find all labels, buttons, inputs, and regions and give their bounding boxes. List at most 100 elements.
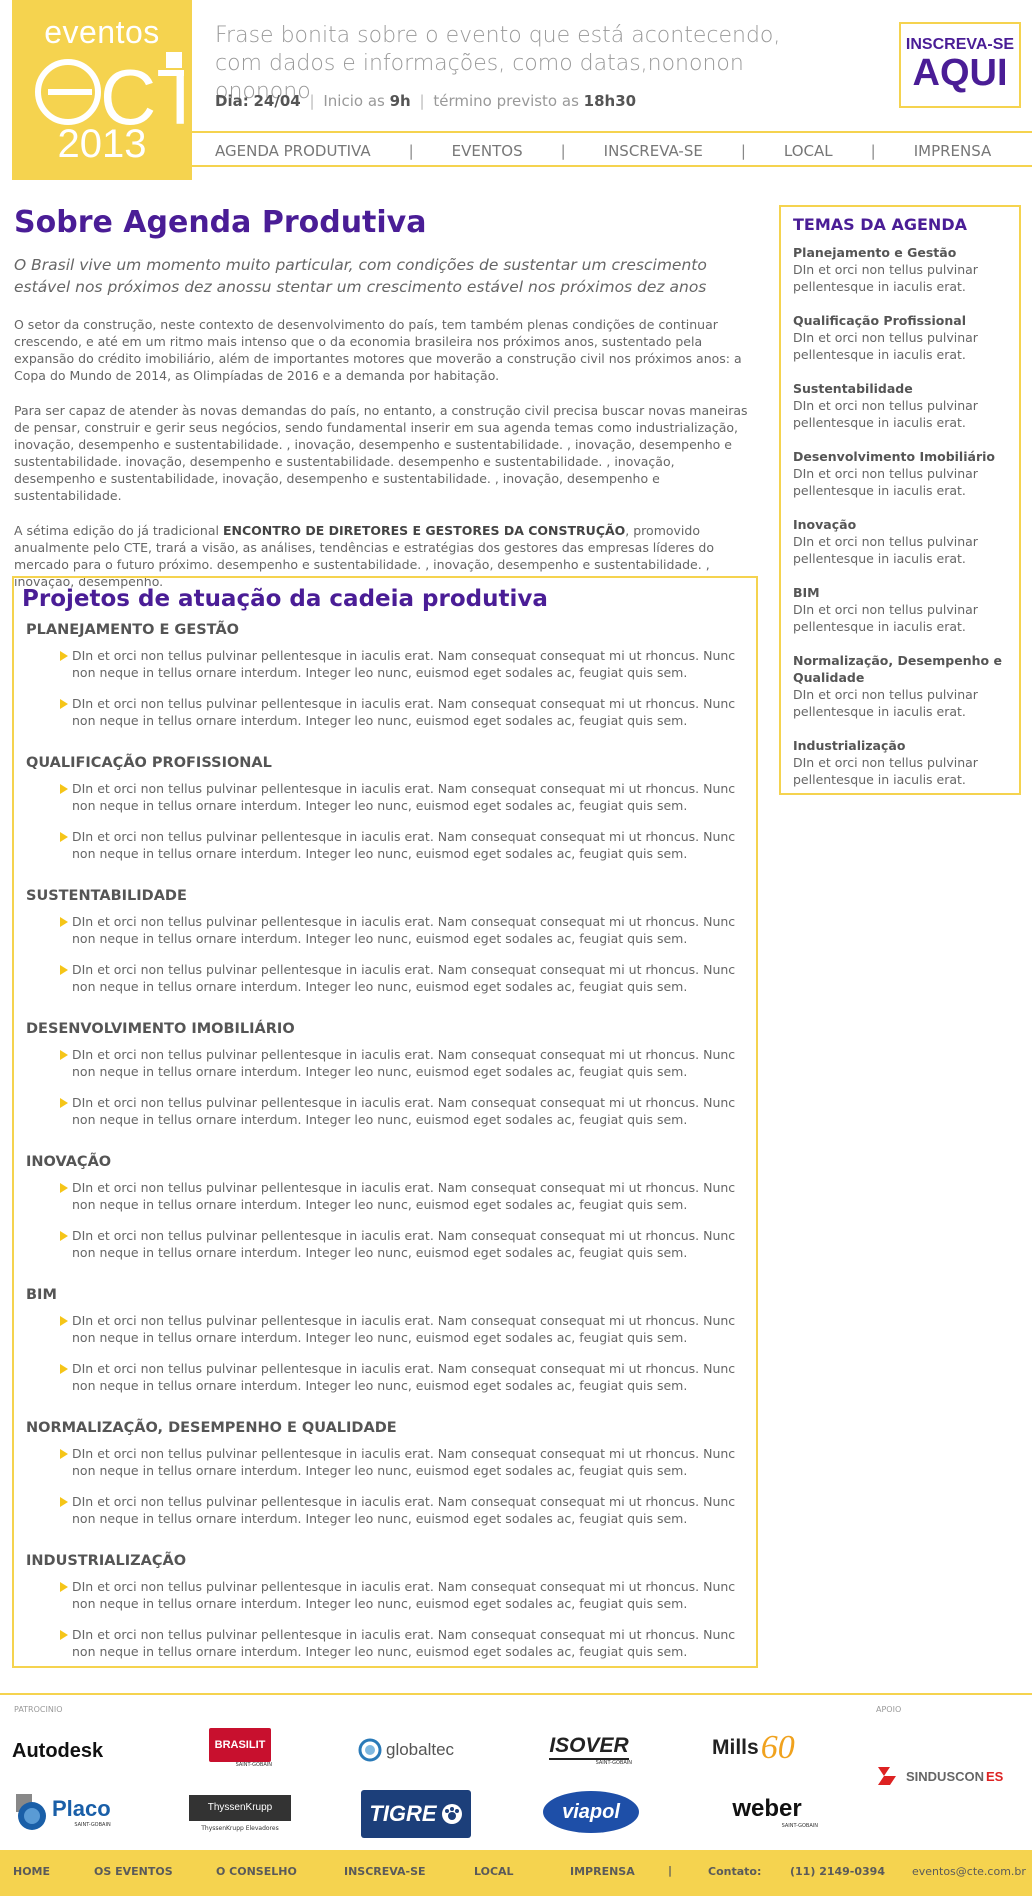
project-section-title: PLANEJAMENTO E GESTÃO [26, 622, 239, 638]
project-section-title: DESENVOLVIMENTO IMOBILIÁRIO [26, 1021, 295, 1037]
project-section: NORMALIZAÇÃO, DESEMPENHO E QUALIDADE DIn … [22, 1420, 746, 1527]
project-bullet: DIn et orci non tellus pulvinar pellente… [60, 1094, 740, 1128]
sidebar-item-text: DIn et orci non tellus pulvinar pellente… [793, 466, 978, 498]
start-value: 9h [389, 92, 411, 110]
end-value: 18h30 [583, 92, 637, 110]
isover-logo[interactable]: ISOVER SAINT-GOBAIN [546, 1732, 632, 1768]
globaltec-globe-icon [358, 1738, 382, 1762]
project-bullet: DIn et orci non tellus pulvinar pellente… [60, 1493, 740, 1527]
nav-separator: | [740, 142, 746, 160]
placo-logo[interactable]: Placo SAINT-GOBAIN [12, 1790, 122, 1834]
project-bullet: DIn et orci non tellus pulvinar pellente… [60, 1312, 740, 1346]
event-logo[interactable]: eventos CTE 2013 [12, 0, 192, 180]
project-section-title: BIM [26, 1287, 57, 1303]
project-bullet: DIn et orci non tellus pulvinar pellente… [60, 1227, 740, 1261]
footer-link-os-eventos[interactable]: OS EVENTOS [94, 1865, 173, 1878]
footer-email-link[interactable]: eventos@cte.com.br [912, 1865, 1026, 1878]
nav-local[interactable]: LOCAL [784, 142, 833, 160]
sidebar-title: TEMAS DA AGENDA [793, 215, 967, 234]
sidebar-item-text: DIn et orci non tellus pulvinar pellente… [793, 262, 978, 294]
isover-logo-sub: SAINT-GOBAIN [595, 1760, 632, 1766]
footer-link-inscreva-se[interactable]: INSCREVA-SE [344, 1865, 426, 1878]
cta-big-text: AQUI [912, 52, 1008, 94]
date-value: 24/04 [253, 92, 301, 110]
project-bullet: DIn et orci non tellus pulvinar pellente… [60, 1445, 740, 1479]
project-section-title: INDUSTRIALIZAÇÃO [26, 1553, 187, 1569]
mills-logo-number: 60 [760, 1729, 795, 1766]
footer-bar: HOME OS EVENTOS O CONSELHO INSCREVA-SE L… [0, 1850, 1032, 1896]
project-bullet: DIn et orci non tellus pulvinar pellente… [60, 647, 740, 681]
project-section: DESENVOLVIMENTO IMOBILIÁRIO DIn et orci n… [22, 1021, 746, 1128]
date-label: Dia: [215, 92, 249, 110]
project-bullet: DIn et orci non tellus pulvinar pellente… [60, 1578, 740, 1612]
brasilit-logo[interactable]: BRASILIT SAINT-GOBAIN [208, 1724, 272, 1772]
mills-logo[interactable]: Mills 60 [712, 1728, 816, 1768]
thyssenkrupp-logo-sub: ThyssenKrupp Elevadores [201, 1824, 279, 1832]
support-label: APOIO [876, 1705, 902, 1714]
main-content: Sobre Agenda Produtiva O Brasil vive um … [14, 205, 754, 590]
sidebar-item-text: DIn et orci non tellus pulvinar pellente… [793, 534, 978, 566]
sidebar-item-title[interactable]: Industrialização [793, 737, 1009, 754]
nav-separator: | [408, 142, 414, 160]
globaltec-logo[interactable]: globaltec [358, 1736, 470, 1764]
project-section-title: INOVAÇÃO [26, 1154, 112, 1170]
dateline-separator: | [309, 92, 315, 110]
nav-inscreva-se[interactable]: INSCREVA-SE [604, 142, 703, 160]
project-bullet: DIn et orci non tellus pulvinar pellente… [60, 780, 740, 814]
top-nav: AGENDA PRODUTIVA | EVENTOS | INSCREVA-SE… [215, 139, 991, 163]
sidebar-item-title[interactable]: Inovação [793, 516, 1009, 533]
sidebar-item: Desenvolvimento Imobiliário DIn et orci n… [793, 448, 1009, 499]
register-cta-button[interactable]: INSCREVA-SE AQUI [899, 22, 1021, 108]
project-section-title: SUSTENTABILIDADE [26, 888, 187, 904]
project-section-title: NORMALIZAÇÃO, DESEMPENHO E QUALIDADE [26, 1420, 397, 1436]
sinduscon-logo-es: ES [986, 1768, 1004, 1784]
project-bullet: DIn et orci non tellus pulvinar pellente… [60, 1626, 740, 1660]
sidebar-item-title[interactable]: Normalização, Desempenho e Qualidade [793, 652, 1009, 686]
sponsors-divider [0, 1693, 1032, 1695]
cte-logo-icon: CTE [35, 52, 184, 130]
project-bullet: DIn et orci non tellus pulvinar pellente… [60, 913, 740, 947]
nav-eventos[interactable]: EVENTOS [452, 142, 523, 160]
sidebar-item-title[interactable]: Desenvolvimento Imobiliário [793, 448, 1009, 465]
para-highlight: ENCONTRO DE DIRETORES E GESTORES DA CONS… [222, 523, 626, 538]
sidebar-item-title[interactable]: Qualificação Profissional [793, 312, 1009, 329]
footer-link-imprensa[interactable]: IMPRENSA [570, 1865, 635, 1878]
tigre-logo[interactable]: TIGRE [361, 1790, 471, 1838]
sidebar-item-text: DIn et orci non tellus pulvinar pellente… [793, 330, 978, 362]
para-text: A sétima edição do já tradicional [14, 523, 223, 538]
placo-globe-icon [16, 1794, 46, 1830]
sidebar-item: Normalização, Desempenho e Qualidade DIn … [793, 652, 1009, 720]
brasilit-logo-text: BRASILIT [209, 1728, 271, 1762]
isover-logo-text: ISOVER [549, 1734, 629, 1760]
footer-link-o-conselho[interactable]: O CONSELHO [216, 1865, 297, 1878]
agenda-themes-sidebar: TEMAS DA AGENDA Planejamento e Gestão DIn… [779, 205, 1021, 795]
sidebar-item-title[interactable]: Sustentabilidade [793, 380, 1009, 397]
project-section: INDUSTRIALIZAÇÃO DIn et orci non tellus p… [22, 1553, 746, 1660]
project-section: PLANEJAMENTO E GESTÃO DIn et orci non tel… [22, 622, 746, 729]
mills-logo-text: Mills [712, 1736, 759, 1759]
viapol-logo[interactable]: viapol [542, 1786, 640, 1838]
projects-box: Projetos de atuação da cadeia produtiva … [12, 576, 758, 1668]
tigre-logo-text: TIGRE [369, 1801, 437, 1826]
sinduscon-logo[interactable]: SINDUSCON ES [876, 1762, 1010, 1790]
brasilit-logo-sub: SAINT-GOBAIN [235, 1762, 272, 1768]
project-section: SUSTENTABILIDADE DIn et orci non tellus p… [22, 888, 746, 995]
dateline-separator: | [419, 92, 425, 110]
sidebar-item-text: DIn et orci non tellus pulvinar pellente… [793, 602, 978, 634]
viapol-logo-text: viapol [562, 1800, 620, 1823]
project-section: QUALIFICAÇÃO PROFISSIONAL DIn et orci non… [22, 755, 746, 862]
sidebar-item-title[interactable]: Planejamento e Gestão [793, 244, 1009, 261]
footer-link-local[interactable]: LOCAL [474, 1865, 514, 1878]
sidebar-item: Industrialização DIn et orci non tellus p… [793, 737, 1009, 788]
nav-imprensa[interactable]: IMPRENSA [914, 142, 992, 160]
autodesk-logo[interactable]: Autodesk [12, 1736, 122, 1766]
project-bullet: DIn et orci non tellus pulvinar pellente… [60, 1360, 740, 1394]
sidebar-item: Sustentabilidade DIn et orci non tellus p… [793, 380, 1009, 431]
weber-logo[interactable]: weber SAINT-GOBAIN [716, 1794, 818, 1830]
projects-title: Projetos de atuação da cadeia produtiva [22, 586, 548, 612]
footer-link-home[interactable]: HOME [13, 1865, 50, 1878]
nav-agenda-produtiva[interactable]: AGENDA PRODUTIVA [215, 142, 371, 160]
thyssenkrupp-logo[interactable]: ThyssenKrupp ThyssenKrupp Elevadores [188, 1790, 292, 1836]
autodesk-logo-text: Autodesk [12, 1739, 104, 1762]
sidebar-item-title[interactable]: BIM [793, 584, 1009, 601]
